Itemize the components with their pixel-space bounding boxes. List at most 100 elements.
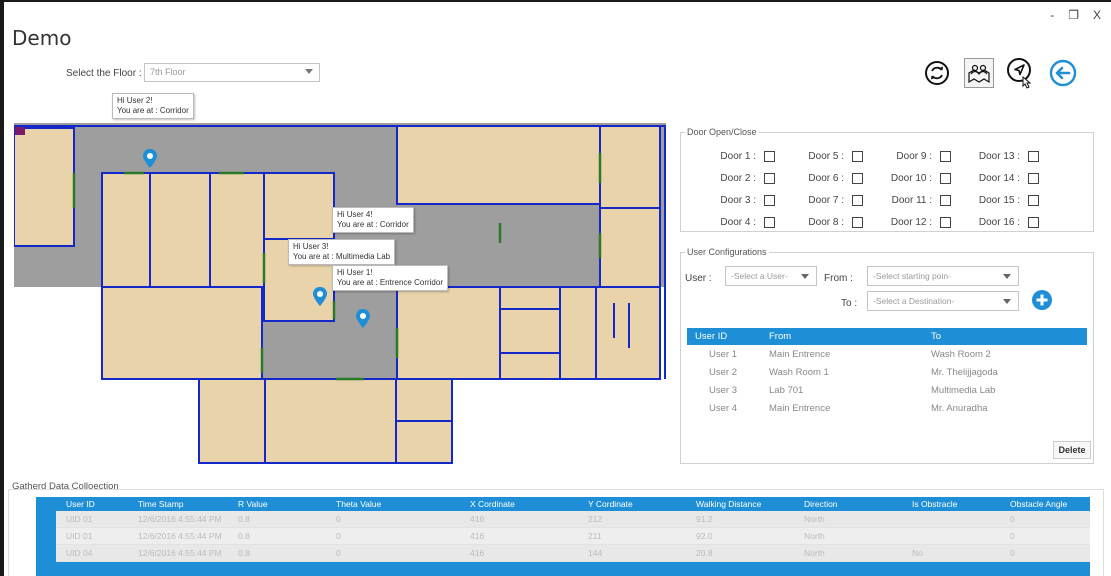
restore-button[interactable]: ❐ [1068,8,1079,22]
user-tooltip: Hi User 1! You are at : Entrence Corrido… [332,265,448,291]
door-checkbox[interactable] [1028,217,1039,228]
delete-button[interactable]: Delete [1053,441,1091,459]
door-checkbox[interactable] [764,217,775,228]
door-label: Door 8 : [808,217,844,228]
table-row[interactable]: User 3 Lab 701 Multimedia Lab [687,381,1087,399]
table-row[interactable]: User 2 Wash Room 1 Mr. Thelijjagoda [687,363,1087,381]
table-cell: User 4 [709,402,737,414]
map-users-button[interactable] [964,58,994,88]
door-checkbox[interactable] [852,173,863,184]
door-label: Door 12 : [890,217,932,228]
user-select-value: -Select a User- [731,271,788,281]
door-item: Door 11 : [877,195,951,206]
door-checkbox[interactable] [940,195,951,206]
door-checkbox[interactable] [1028,173,1039,184]
door-panel: Door Open/Close Door 1 : Door 5 : Door 9 :… [680,127,1094,232]
door-item: Door 15 : [965,195,1039,206]
from-select[interactable]: -Select starting poin- [867,266,1019,286]
table-cell: Mr. Thelijjagoda [931,366,998,378]
table-cell: 0 [336,531,341,541]
door-checkbox[interactable] [852,151,863,162]
user-config-title: User Configurations [685,247,769,257]
table-cell: North [804,531,825,541]
window-controls: - ❐ X [1050,8,1101,22]
table-cell: 144 [588,548,603,558]
door-checkbox[interactable] [1028,195,1039,206]
door-label: Door 4 : [720,217,756,228]
column-header: To [931,331,942,342]
door-label: Door 10 : [890,173,932,184]
chevron-down-icon [1003,274,1011,279]
table-cell: 416 [470,531,485,541]
user-label: User : [685,273,712,284]
door-checkbox[interactable] [852,195,863,206]
refresh-button[interactable] [922,58,952,88]
table-cell: 416 [470,548,485,558]
tooltip-location: You are at : Corridor [337,220,409,229]
door-checkbox[interactable] [940,173,951,184]
table-cell: User 3 [709,384,737,396]
door-label: Door 16 : [978,217,1020,228]
tooltip-location: You are at : Corridor [117,106,189,115]
door-checkbox[interactable] [764,195,775,206]
add-route-button[interactable] [1031,289,1053,311]
door-label: Door 7 : [808,195,844,206]
navigate-button[interactable] [1006,58,1036,89]
table-row[interactable]: UID 04 12/6/2016 4:55:44 PM 0.8 0 416 144 20.8… [56,545,1090,562]
table-cell: No [912,548,923,558]
gathered-data-rows: UID 01 12/6/2016 4:55:44 PM 0.8 0 416 212 91.2… [36,511,1090,562]
tooltip-location: You are at : Multimedia Lab [293,252,391,261]
floor-plan [13,123,666,464]
back-button[interactable] [1048,58,1078,88]
minimize-button[interactable]: - [1050,8,1054,22]
table-cell: 12/6/2016 4:55:44 PM [138,531,222,541]
door-item: Door 1 : [701,151,775,162]
to-select[interactable]: -Select a Destination- [867,291,1019,311]
gathered-data-header: User ID Time Stamp R Value Theta Value X Cor… [36,497,1090,511]
table-row[interactable]: User 1 Main Entrence Wash Room 2 [687,345,1087,363]
app-title: Demo [12,26,72,50]
tooltip-location: You are at : Entrence Corridor [337,278,443,287]
from-label: From : [824,273,853,284]
door-checkbox[interactable] [764,173,775,184]
column-header: Is Obstracle [912,499,958,509]
door-checkbox[interactable] [764,151,775,162]
user-route-table-header: User ID From To [687,328,1087,345]
door-checkbox[interactable] [852,217,863,228]
user-route-table: User ID From To User 1 Main Entrence Wash … [687,328,1087,417]
column-header: Time Stamp [138,499,184,509]
table-cell: 0 [1010,531,1015,541]
column-header: From [769,331,792,342]
room [13,127,75,247]
door-item: Door 2 : [701,173,775,184]
floor-select[interactable]: 7th Floor [144,63,320,82]
tooltip-greeting: Hi User 2! [117,96,153,105]
door-label: Door 9 : [896,151,932,162]
table-cell: North [804,548,825,558]
table-cell: 20.8 [696,548,713,558]
column-header: Y Cordinate [588,499,633,509]
table-row[interactable]: User 4 Main Entrence Mr. Anuradha [687,399,1087,417]
table-cell: 416 [470,514,485,524]
table-cell: Lab 701 [769,384,804,396]
room [499,286,561,310]
user-select[interactable]: -Select a User- [725,266,817,286]
column-header: X Cordinate [470,499,515,509]
door-item: Door 8 : [789,217,863,228]
tooltip-greeting: Hi User 3! [293,242,329,251]
room [395,378,453,422]
navigate-icon [1007,58,1032,89]
door-label: Door 3 : [720,195,756,206]
door-checkbox[interactable] [1028,151,1039,162]
table-row[interactable]: UID 01 12/6/2016 4:55:44 PM 0.8 0 416 211 92.0… [56,528,1090,545]
close-button[interactable]: X [1093,8,1101,22]
table-cell: 0.8 [238,514,250,524]
map-legend-marker [15,127,25,135]
map-users-icon [968,64,990,84]
table-cell: 12/6/2016 4:55:44 PM [138,514,222,524]
door-item: Door 10 : [877,173,951,184]
door-checkbox[interactable] [940,217,951,228]
table-cell: 0.8 [238,531,250,541]
table-row[interactable]: UID 01 12/6/2016 4:55:44 PM 0.8 0 416 212 91.2… [56,511,1090,528]
door-checkbox[interactable] [940,151,951,162]
